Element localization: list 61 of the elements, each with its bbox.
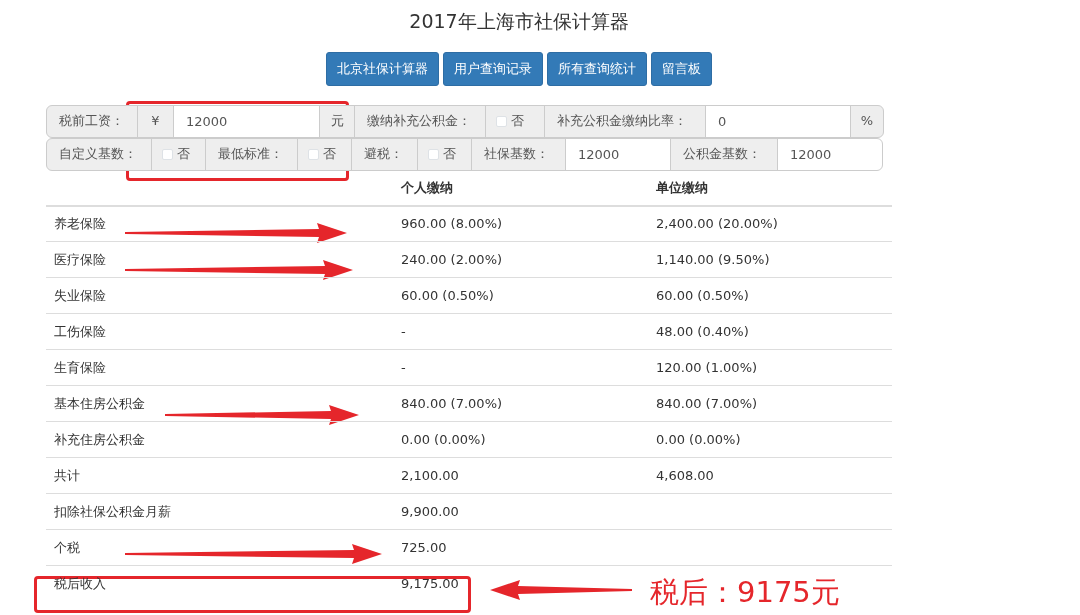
field-label: 最低标准： bbox=[205, 137, 298, 171]
table-cell: 0.00 (0.00%) bbox=[401, 431, 486, 447]
table-cell: 1,140.00 (9.50%) bbox=[656, 251, 770, 267]
field-label: 税前工资： bbox=[46, 104, 138, 138]
page-title: 2017年上海市社保计算器 bbox=[408, 9, 630, 34]
row-label: 医疗保险 bbox=[54, 251, 106, 267]
field-label: 避税： bbox=[351, 137, 418, 171]
unit-addon: ¥ bbox=[137, 104, 174, 138]
nav-button[interactable]: 北京社保计算器 bbox=[326, 52, 439, 86]
table-cell: 2,100.00 bbox=[401, 467, 459, 483]
table-cell: - bbox=[401, 323, 406, 339]
row-label: 补充住房公积金 bbox=[54, 431, 145, 447]
input-field[interactable]: 12000 bbox=[173, 104, 320, 138]
table-cell: 840.00 (7.00%) bbox=[656, 395, 758, 411]
table-cell: 0.00 (0.00%) bbox=[656, 431, 741, 447]
table-cell: 240.00 (2.00%) bbox=[401, 251, 503, 267]
input-field[interactable]: 12000 bbox=[777, 137, 883, 171]
nav-button[interactable]: 用户查询记录 bbox=[443, 52, 543, 86]
table-cell: 9,900.00 bbox=[401, 503, 459, 519]
row-label: 税后收入 bbox=[54, 576, 106, 591]
annotation-note: 税后：9175元 bbox=[650, 574, 840, 611]
checkbox-label: 否 bbox=[511, 112, 524, 131]
field-label: 社保基数： bbox=[471, 137, 566, 171]
checkbox[interactable] bbox=[496, 115, 507, 127]
table-cell: 60.00 (0.50%) bbox=[656, 287, 749, 303]
row-label: 扣除社保公积金月薪 bbox=[54, 503, 171, 519]
table-cell: 4,608.00 bbox=[656, 467, 714, 483]
table-cell: 48.00 (0.40%) bbox=[656, 323, 749, 339]
checkbox[interactable] bbox=[428, 148, 439, 160]
table-cell: 9,175.00 bbox=[401, 576, 459, 591]
unit-addon: 元 bbox=[319, 104, 355, 138]
field-label: 缴纳补充公积金： bbox=[354, 104, 486, 138]
row-label: 共计 bbox=[54, 467, 80, 483]
checkbox-label: 否 bbox=[443, 145, 456, 164]
table-cell: - bbox=[401, 359, 406, 375]
row-label: 工伤保险 bbox=[54, 323, 106, 339]
row-label: 生育保险 bbox=[54, 359, 106, 375]
field-label: 公积金基数： bbox=[670, 137, 778, 171]
unit-addon: % bbox=[850, 104, 884, 138]
row-label: 养老保险 bbox=[54, 216, 106, 231]
checkbox[interactable] bbox=[308, 148, 319, 160]
checkbox[interactable] bbox=[162, 148, 173, 160]
column-header: 个人缴纳 bbox=[393, 170, 648, 206]
input-field[interactable]: 12000 bbox=[565, 137, 671, 171]
row-label: 基本住房公积金 bbox=[54, 395, 145, 411]
table-cell: 725.00 bbox=[401, 539, 447, 555]
nav-button[interactable]: 所有查询统计 bbox=[547, 52, 647, 86]
field-label: 自定义基数： bbox=[46, 137, 152, 171]
table-cell: 60.00 (0.50%) bbox=[401, 287, 494, 303]
row-label: 个税 bbox=[54, 539, 80, 555]
field-label: 补充公积金缴纳比率： bbox=[544, 104, 706, 138]
column-header: 单位缴纳 bbox=[648, 170, 892, 206]
table-cell: 840.00 (7.00%) bbox=[401, 395, 503, 411]
input-field[interactable]: 0 bbox=[705, 104, 851, 138]
table-cell: 2,400.00 (20.00%) bbox=[656, 216, 778, 231]
checkbox-label: 否 bbox=[177, 145, 190, 164]
nav-button[interactable]: 留言板 bbox=[651, 52, 712, 86]
checkbox-label: 否 bbox=[323, 145, 336, 164]
table-cell: 120.00 (1.00%) bbox=[656, 359, 758, 375]
table-cell: 960.00 (8.00%) bbox=[401, 216, 503, 231]
row-label: 失业保险 bbox=[54, 287, 106, 303]
